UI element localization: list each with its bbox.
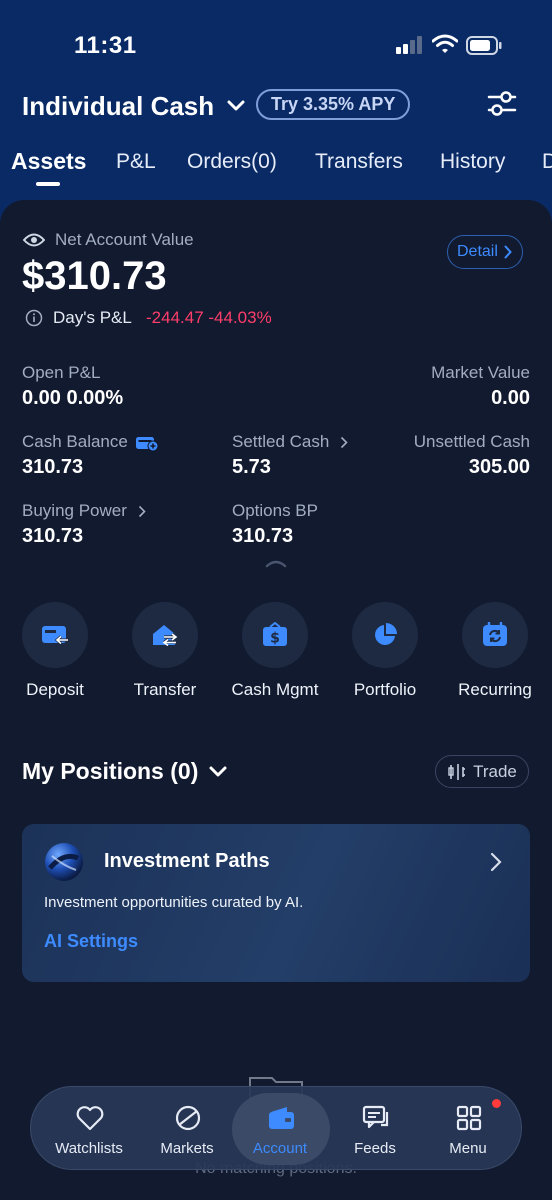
positions-title: My Positions (0) [22, 758, 199, 784]
settled-cash-label[interactable]: Settled Cash [232, 432, 348, 452]
detail-label: Detail [457, 243, 498, 260]
open-pl-value: 0.00 0.00% [22, 387, 124, 409]
transfer-button[interactable] [132, 602, 198, 668]
trade-label: Trade [473, 761, 517, 781]
options-bp-label: Options BP [232, 501, 318, 520]
options-bp-value: 310.73 [232, 525, 294, 547]
tab-bar: Assets P&L Orders(0) Transfers History D [0, 146, 552, 186]
portfolio-button[interactable] [352, 602, 418, 668]
tab-history[interactable]: History [440, 150, 505, 174]
chevron-right-icon [341, 436, 348, 449]
notification-badge [492, 1099, 501, 1108]
chat-icon [362, 1105, 389, 1129]
nav-markets-label: Markets [160, 1140, 214, 1157]
recurring-icon [483, 622, 507, 646]
tab-orders[interactable]: Orders(0) [187, 150, 277, 174]
battery-icon [466, 36, 502, 55]
eye-icon[interactable] [23, 232, 45, 248]
account-name: Individual Cash [22, 90, 215, 121]
pie-chart-icon [375, 623, 397, 645]
buying-power-label[interactable]: Buying Power [22, 501, 146, 521]
days-pl-value: -244.47 -44.03% [146, 308, 272, 327]
trade-button[interactable]: Trade [435, 755, 529, 788]
open-pl-label: Open P&L [22, 363, 101, 382]
transfer-icon [153, 625, 179, 647]
cash-mgmt-button[interactable]: $ [242, 602, 308, 668]
cash-balance-value: 310.73 [22, 456, 84, 478]
transfer-action[interactable]: Transfer [110, 602, 220, 700]
tab-assets[interactable]: Assets [11, 148, 86, 175]
nav-account-label: Account [252, 1140, 308, 1157]
portfolio-label: Portfolio [353, 680, 417, 699]
cash-balance-label: Cash Balance [22, 432, 159, 452]
unsettled-cash-value: 305.00 [468, 456, 530, 478]
positions-header[interactable]: My Positions (0) [22, 758, 228, 785]
chevron-right-icon [504, 245, 512, 259]
tab-pl[interactable]: P&L [116, 150, 156, 174]
ai-settings-link[interactable]: AI Settings [44, 931, 138, 952]
buying-power-text: Buying Power [22, 501, 127, 520]
account-selector[interactable]: Individual Cash [22, 86, 246, 126]
unsettled-cash-label: Unsettled Cash [413, 432, 530, 451]
transfer-label: Transfer [133, 680, 197, 699]
cash-mgmt-action[interactable]: $ Cash Mgmt [220, 602, 330, 700]
chevron-down-icon [227, 100, 245, 111]
status-bar: 11:31 [0, 0, 552, 90]
net-account-value-label: Net Account Value [55, 230, 194, 249]
deposit-label: Deposit [26, 680, 84, 699]
info-icon[interactable] [25, 309, 43, 327]
settled-cash-text: Settled Cash [232, 432, 330, 451]
deposit-button[interactable] [22, 602, 88, 668]
nav-menu-label: Menu [449, 1140, 487, 1157]
detail-button[interactable]: Detail [447, 235, 523, 269]
investment-paths-logo-icon [45, 843, 83, 881]
wifi-icon [432, 34, 458, 53]
svg-text:$: $ [270, 631, 280, 647]
chevron-up-icon[interactable] [265, 558, 287, 568]
cash-transfer-icon[interactable] [135, 434, 159, 452]
recurring-action[interactable]: Recurring [440, 602, 550, 700]
portfolio-action[interactable]: Portfolio [330, 602, 440, 700]
nav-watchlists-label: Watchlists [55, 1140, 123, 1157]
investment-paths-description: Investment opportunities curated by AI. [44, 894, 304, 911]
cellular-signal-icon [396, 36, 424, 54]
chevron-right-icon [138, 505, 146, 518]
chevron-right-icon [490, 852, 502, 872]
grid-icon [456, 1105, 482, 1131]
bottom-nav: Watchlists Markets Account Feeds Menu [30, 1086, 522, 1170]
account-card [0, 200, 552, 1200]
tab-active-indicator [36, 182, 60, 186]
nav-menu[interactable]: Menu [420, 1087, 516, 1171]
nav-feeds[interactable]: Feeds [327, 1087, 423, 1171]
market-value-value: 0.00 [491, 387, 530, 409]
status-time: 11:31 [74, 32, 137, 59]
recurring-label: Recurring [458, 680, 532, 699]
heart-icon [76, 1106, 104, 1131]
net-account-value: $310.73 [22, 254, 167, 298]
tab-overflow[interactable]: D [542, 150, 552, 174]
nav-feeds-label: Feeds [354, 1140, 396, 1157]
tab-transfers[interactable]: Transfers [315, 150, 403, 174]
deposit-action[interactable]: Deposit [0, 602, 110, 700]
nav-watchlists[interactable]: Watchlists [41, 1087, 137, 1171]
settled-cash-value: 5.73 [232, 456, 271, 478]
nav-account[interactable]: Account [229, 1087, 330, 1171]
recurring-button[interactable] [462, 602, 528, 668]
chevron-down-icon [209, 766, 227, 777]
deposit-icon [42, 626, 68, 645]
wallet-icon [269, 1107, 294, 1129]
nav-markets[interactable]: Markets [139, 1087, 235, 1171]
cash-balance-text: Cash Balance [22, 432, 128, 451]
investment-paths-card[interactable]: Investment Paths Investment opportunitie… [22, 824, 530, 982]
planet-icon [175, 1105, 201, 1131]
candlestick-icon [448, 763, 466, 780]
cash-mgmt-label: Cash Mgmt [231, 680, 319, 699]
investment-paths-title: Investment Paths [104, 850, 270, 872]
buying-power-value: 310.73 [22, 525, 84, 547]
market-value-label: Market Value [431, 363, 530, 382]
apy-badge[interactable]: Try 3.35% APY [256, 89, 411, 120]
days-pl-label: Day's P&L [53, 308, 132, 327]
settings-sliders-icon[interactable] [486, 90, 518, 118]
cash-mgmt-icon: $ [263, 622, 287, 647]
